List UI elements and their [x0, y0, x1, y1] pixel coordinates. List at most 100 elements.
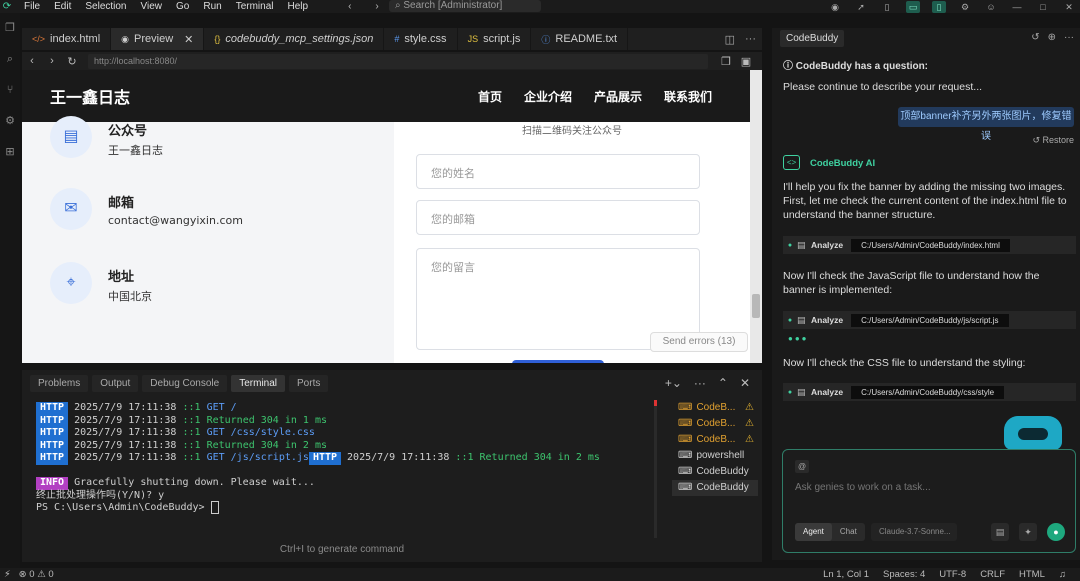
close-panel-icon[interactable]: ✕	[740, 376, 750, 390]
remote-icon[interactable]: ⚡	[4, 568, 11, 581]
more-icon[interactable]: ···	[694, 376, 706, 390]
tab-readme[interactable]: ⓘ README.txt	[531, 28, 629, 50]
status-dot-icon: ●	[787, 388, 793, 396]
menu-help[interactable]: Help	[288, 0, 309, 13]
ai-message: I'll help you fix the banner by adding t…	[783, 181, 1067, 221]
search-icon[interactable]: ⌕	[0, 44, 20, 75]
maximize-panel-icon[interactable]: ⌃	[718, 376, 728, 390]
email-field[interactable]: 您的邮箱	[416, 200, 700, 235]
line-ending[interactable]: CRLF	[980, 568, 1005, 581]
status-left: ⚡ ⊗ 0 ⚠ 0	[4, 568, 54, 581]
terminal-item[interactable]: ⌨ CodeBuddy	[672, 464, 758, 480]
warning-icon: ⚠	[745, 434, 754, 445]
terminal-item[interactable]: ⌨ CodeB... ⚠	[672, 416, 758, 432]
nav-about[interactable]: 企业介绍	[524, 88, 572, 105]
nav-products[interactable]: 产品展示	[594, 88, 642, 105]
back-arrow-icon[interactable]: ‹	[348, 0, 351, 13]
terminal-item[interactable]: ⌨ CodeBuddy	[672, 480, 758, 496]
history-icon[interactable]: ↺	[1031, 32, 1039, 43]
cursor-position[interactable]: Ln 1, Col 1	[823, 568, 869, 581]
menu-run[interactable]: Run	[203, 0, 221, 13]
back-icon[interactable]: ‹	[22, 55, 42, 67]
name-field[interactable]: 您的姓名	[416, 154, 700, 189]
nav-contact[interactable]: 联系我们	[664, 88, 712, 105]
eye-icon[interactable]: ◉	[828, 1, 842, 13]
menu-go[interactable]: Go	[176, 0, 189, 13]
open-external-icon[interactable]: ▣	[736, 55, 756, 68]
settings-gear-icon[interactable]: ⚙	[958, 1, 972, 13]
tool-call-row[interactable]: ● ▤ Analyze C:/Users/Admin/CodeBuddy/ind…	[783, 236, 1076, 254]
new-chat-icon[interactable]: ⊕	[1048, 32, 1056, 43]
encoding[interactable]: UTF-8	[939, 568, 966, 581]
minimize-icon[interactable]: —	[1010, 1, 1024, 13]
submit-button[interactable]	[512, 360, 604, 363]
panel-tab-terminal[interactable]: Terminal	[231, 374, 286, 392]
menu-view[interactable]: View	[141, 0, 163, 13]
terminal-item[interactable]: ⌨ powershell	[672, 448, 758, 464]
sparkle-icon[interactable]: ✦	[1019, 523, 1037, 541]
rocket-icon[interactable]: ➚	[854, 1, 868, 13]
close-tab-icon[interactable]: ✕	[184, 33, 193, 46]
menu-selection[interactable]: Selection	[85, 0, 126, 13]
notifications-icon[interactable]: ♫	[1059, 568, 1066, 581]
maximize-icon[interactable]: □	[1036, 1, 1050, 13]
tab-style-css[interactable]: # style.css	[384, 28, 458, 50]
tab-script-js[interactable]: JS script.js	[458, 28, 532, 50]
problems-count[interactable]: ⊗ 0 ⚠ 0	[19, 568, 54, 581]
url-input[interactable]	[88, 53, 708, 69]
send-errors-button[interactable]: Send errors (13)	[650, 332, 748, 352]
close-window-icon[interactable]: ✕	[1062, 1, 1076, 13]
restore-button[interactable]: ↺ Restore	[1032, 135, 1074, 146]
reload-icon[interactable]: ↻	[62, 55, 82, 68]
model-select[interactable]: Claude-3.7-Sonne...	[871, 523, 957, 541]
app-logo-icon: ⟳	[2, 1, 12, 12]
panel-tab-debug-console[interactable]: Debug Console	[142, 374, 228, 392]
tab-preview[interactable]: ◉ Preview ✕	[111, 28, 205, 50]
terminal-output[interactable]: HTTP 2025/7/9 17:11:38 ::1 GET / HTTP 2025…	[36, 402, 656, 552]
account-icon[interactable]: ☺	[984, 1, 998, 13]
tool-call-row[interactable]: ● ▤ Analyze C:/Users/Admin/CodeBuddy/js/…	[783, 311, 1076, 329]
nav-home[interactable]: 首页	[478, 88, 502, 105]
mention-icon[interactable]: @	[795, 460, 809, 473]
tool-call-row[interactable]: ● ▤ Analyze C:/Users/Admin/CodeBuddy/css…	[783, 383, 1076, 401]
panel-tab-problems[interactable]: Problems	[30, 374, 89, 392]
editor-tabs: </> index.html ◉ Preview ✕ {} codebuddy_mcp_…	[22, 28, 762, 50]
mode-agent[interactable]: Agent	[795, 523, 832, 541]
send-icon[interactable]: ●	[1047, 523, 1065, 541]
extensions-icon[interactable]: ⊞	[0, 137, 20, 168]
more-actions-icon[interactable]: ···	[745, 33, 756, 45]
tab-index-html[interactable]: </> index.html	[22, 28, 112, 50]
more-icon[interactable]: ···	[1064, 32, 1074, 43]
indentation[interactable]: Spaces: 4	[883, 568, 925, 581]
explorer-icon[interactable]: ❐	[0, 13, 20, 44]
terminal-scrollbar[interactable]	[654, 400, 657, 538]
source-control-icon[interactable]: ⑂	[0, 75, 20, 106]
chat-input[interactable]	[795, 482, 1065, 493]
menu-file[interactable]: File	[24, 0, 40, 13]
chat-tab[interactable]: CodeBuddy	[780, 30, 845, 47]
layout-right-icon[interactable]: ▯	[932, 0, 946, 13]
layout-left-icon[interactable]: ▯	[880, 1, 894, 13]
tab-mcp-settings[interactable]: {} codebuddy_mcp_settings.json	[204, 28, 385, 50]
debug-icon[interactable]: ⚙	[0, 106, 20, 137]
forward-icon[interactable]: ›	[42, 55, 62, 67]
attach-icon[interactable]: ▤	[991, 523, 1009, 541]
panel-tab-ports[interactable]: Ports	[289, 374, 329, 392]
split-editor-icon[interactable]: ◫	[725, 33, 735, 46]
mode-chat[interactable]: Chat	[832, 523, 865, 541]
command-search[interactable]: ⌕ Search [Administrator]	[389, 0, 541, 12]
forward-arrow-icon[interactable]: ›	[375, 0, 378, 13]
layout-panel-icon[interactable]: ▭	[906, 0, 920, 13]
menu-edit[interactable]: Edit	[54, 0, 71, 13]
menu-terminal[interactable]: Terminal	[236, 0, 274, 13]
copy-icon[interactable]: ❐	[716, 55, 736, 68]
ai-avatar-icon: <>	[783, 155, 800, 170]
language-mode[interactable]: HTML	[1019, 568, 1045, 581]
chat-input-box: @ Agent Chat Claude-3.7-Sonne... ▤ ✦ ●	[782, 449, 1076, 553]
panel-tab-output[interactable]: Output	[92, 374, 139, 392]
new-terminal-icon[interactable]: +⌄	[665, 376, 682, 390]
terminal-item[interactable]: ⌨ CodeB... ⚠	[672, 432, 758, 448]
preview-scrollbar[interactable]	[750, 70, 762, 363]
terminal-item[interactable]: ⌨ CodeB... ⚠	[672, 400, 758, 416]
terminal-icon: ⌨	[678, 402, 693, 413]
